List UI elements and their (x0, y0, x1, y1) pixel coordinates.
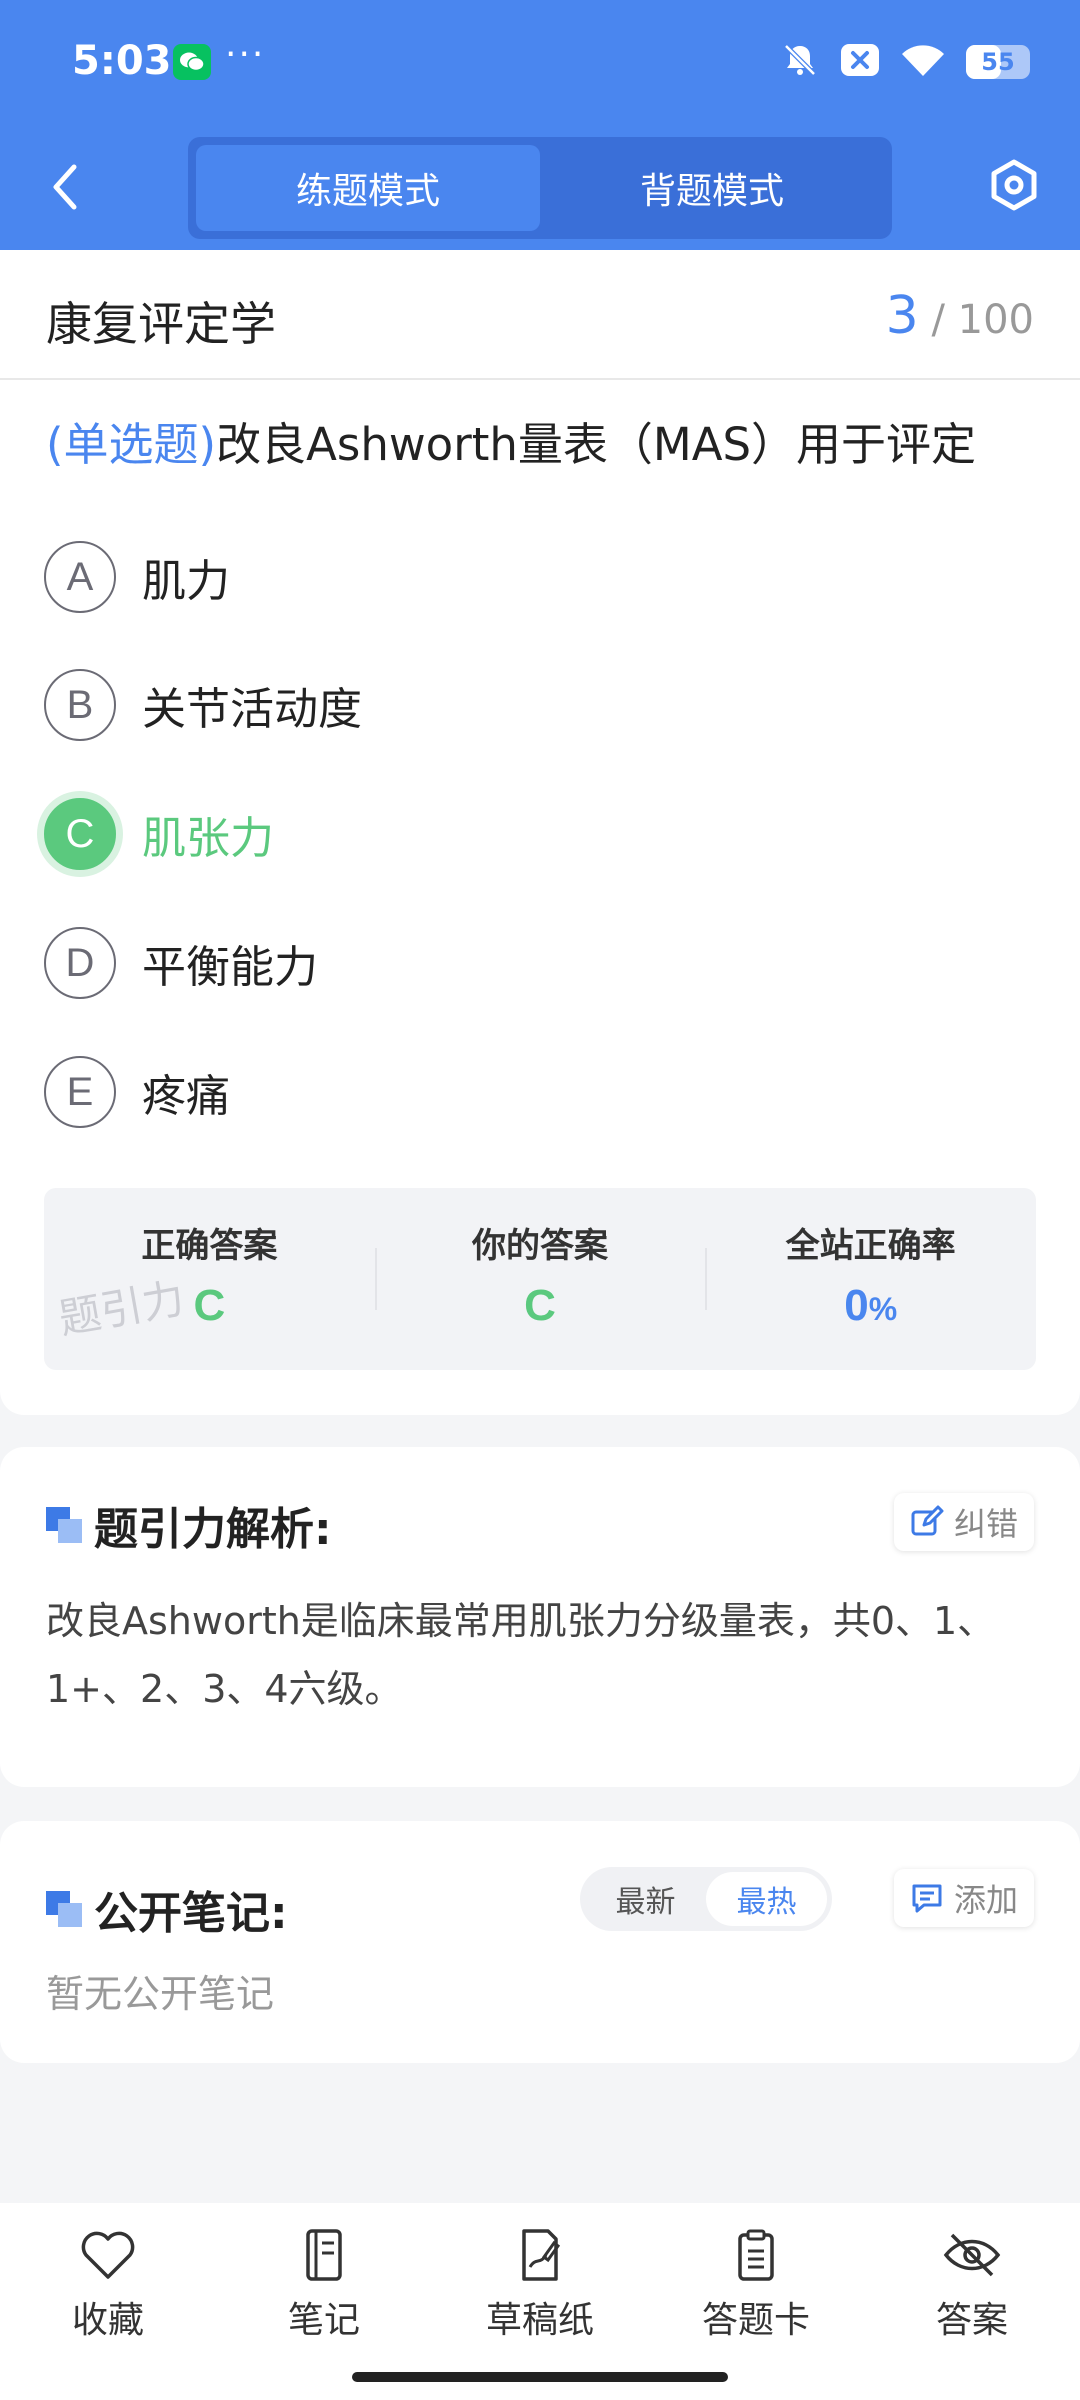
sim-off-icon (840, 43, 880, 81)
top-header: 5:03 ··· 55 练题模式 背题模式 (0, 0, 1080, 250)
report-error-button[interactable]: 纠错 (893, 1493, 1034, 1551)
draft-paper-icon (522, 2229, 561, 2281)
current-question-number: 3 (885, 286, 919, 346)
mute-bell-icon (780, 40, 820, 84)
sort-newest[interactable]: 最新 (585, 1872, 706, 1926)
accuracy-rate-column: 全站正确率 0% (705, 1188, 1036, 1370)
notes-button[interactable]: 笔记 (216, 2203, 432, 2400)
subject-title: 康复评定学 (46, 297, 276, 351)
question-stem: (单选题)改良Ashworth量表（MAS）用于评定 (46, 408, 976, 473)
more-notifications-icon: ··· (225, 34, 266, 75)
analysis-header: 题引力解析: (46, 1493, 332, 1557)
option-letter: C (44, 798, 116, 870)
tab-memorize-mode[interactable]: 背题模式 (540, 145, 884, 231)
show-answer-label: 答案 (935, 2300, 1008, 2341)
question-type: (单选题) (46, 418, 217, 471)
status-bar: 5:03 ··· 55 (0, 0, 1080, 125)
mode-switch: 练题模式 背题模式 (188, 137, 892, 239)
answer-summary: 正确答案 C 你的答案 C 全站正确率 0% (44, 1188, 1036, 1370)
option-letter: B (44, 669, 116, 741)
option-e[interactable]: E 疼痛 (44, 1054, 230, 1130)
option-text: 肌力 (142, 556, 230, 607)
subject-row: 康复评定学 3 / 100 (0, 250, 1080, 380)
answer-card-icon (738, 2229, 774, 2281)
answer-card-button[interactable]: 答题卡 (648, 2203, 864, 2400)
notebook-icon (306, 2229, 342, 2281)
option-d[interactable]: D 平衡能力 (44, 925, 318, 1001)
add-note-label: 添加 (953, 1881, 1018, 1919)
show-answer-button[interactable]: 答案 (864, 2203, 1080, 2400)
accuracy-rate-value: 0% (844, 1281, 898, 1330)
section-square-icon (46, 1891, 82, 1927)
your-answer-column: 你的答案 C (374, 1188, 706, 1370)
wechat-notification-icon (173, 44, 211, 80)
option-a[interactable]: A 肌力 (44, 539, 230, 615)
notes-header: 公开笔记: (46, 1877, 288, 1941)
wifi-icon (900, 42, 946, 82)
option-text: 关节活动度 (142, 684, 362, 735)
option-c[interactable]: C 肌张力 (44, 796, 274, 872)
option-letter: E (44, 1056, 116, 1128)
sort-hottest[interactable]: 最热 (706, 1872, 827, 1926)
section-square-icon (46, 1507, 82, 1543)
notes-label: 笔记 (287, 2300, 360, 2341)
analysis-card: 题引力解析: 纠错 改良Ashworth是临床最常用肌张力分级量表，共0、1、1… (0, 1447, 1080, 1787)
analysis-text: 改良Ashworth是临床最常用肌张力分级量表，共0、1、1+、2、3、4六级。 (46, 1599, 996, 1711)
favorite-button[interactable]: 收藏 (0, 2203, 216, 2400)
back-button[interactable] (42, 155, 88, 219)
settings-button[interactable] (984, 155, 1044, 215)
question-text: 改良Ashworth量表（MAS）用于评定 (216, 418, 977, 471)
edit-icon (911, 1505, 944, 1536)
answer-card-label: 答题卡 (701, 2300, 810, 2341)
notes-title: 公开笔记: (94, 1888, 288, 1939)
home-indicator[interactable] (352, 2372, 728, 2382)
navigation-bar: 练题模式 背题模式 (0, 125, 1080, 250)
status-time: 5:03 (72, 38, 172, 84)
option-letter: D (44, 927, 116, 999)
option-text: 平衡能力 (142, 942, 318, 993)
chevron-left-icon (53, 164, 77, 210)
total-questions: 100 (957, 297, 1034, 343)
bottom-toolbar: 收藏 笔记 草稿纸 答题卡 答案 (0, 2203, 1080, 2400)
question-card: 康复评定学 3 / 100 (单选题)改良Ashworth量表（MAS）用于评定… (0, 250, 1080, 1415)
tab-practice-mode[interactable]: 练题模式 (196, 145, 540, 231)
favorite-label: 收藏 (71, 2300, 144, 2341)
empty-notes-text: 暂无公开笔记 (46, 1972, 275, 2016)
notes-sort-toggle: 最新 最热 (580, 1867, 832, 1931)
hexagon-gear-icon (991, 159, 1037, 211)
accuracy-rate-label: 全站正确率 (785, 1226, 956, 1266)
eye-off-icon (943, 2233, 1001, 2277)
heart-icon (81, 2231, 135, 2279)
option-text: 肌张力 (142, 813, 274, 864)
option-b[interactable]: B 关节活动度 (44, 667, 362, 743)
draft-paper-button[interactable]: 草稿纸 (432, 2203, 648, 2400)
correct-answer-label: 正确答案 (141, 1226, 278, 1266)
question-progress: 3 / 100 (886, 286, 1034, 346)
add-note-button[interactable]: 添加 (893, 1869, 1034, 1927)
analysis-title: 题引力解析: (94, 1504, 332, 1555)
comment-icon (912, 1884, 942, 1913)
option-text: 疼痛 (142, 1071, 230, 1122)
your-answer-label: 你的答案 (472, 1226, 608, 1266)
option-letter: A (44, 541, 116, 613)
your-answer-value: C (524, 1281, 556, 1330)
battery-indicator: 55 (966, 45, 1030, 79)
progress-separator: / (931, 297, 945, 343)
public-notes-card: 公开笔记: 最新 最热 添加 暂无公开笔记 (0, 1821, 1080, 2063)
draft-paper-label: 草稿纸 (485, 2300, 594, 2341)
report-error-label: 纠错 (953, 1505, 1018, 1543)
